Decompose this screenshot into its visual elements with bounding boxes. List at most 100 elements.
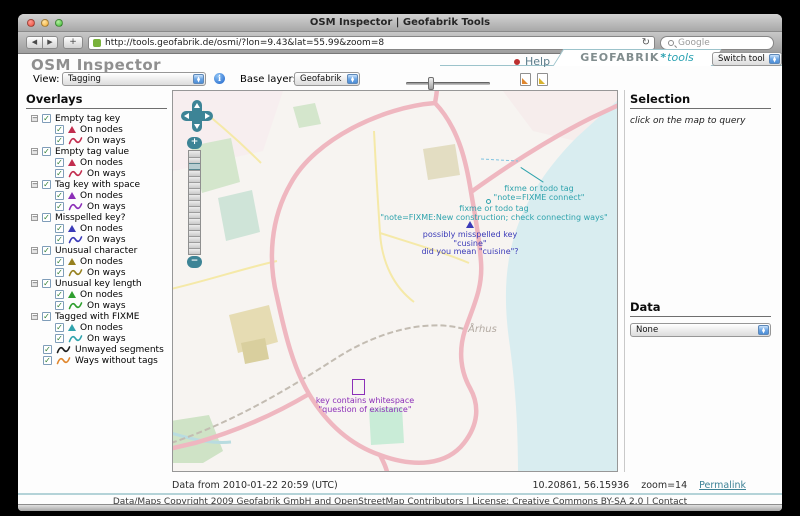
collapse-toggle[interactable]: −: [31, 181, 38, 188]
zoom-ladder[interactable]: [188, 150, 201, 255]
data-select[interactable]: None ▲▼: [630, 323, 771, 337]
collapse-toggle[interactable]: −: [31, 247, 38, 254]
checkbox[interactable]: ✓: [55, 334, 64, 343]
minimize-window-button[interactable]: [41, 19, 49, 27]
checkbox[interactable]: ✓: [42, 147, 51, 156]
checkbox[interactable]: ✓: [42, 246, 51, 255]
slider-handle[interactable]: [428, 77, 434, 90]
way-marker-icon: [68, 235, 83, 244]
overlay-ways-row: ✓On ways: [26, 201, 167, 212]
checkbox[interactable]: ✓: [55, 191, 64, 200]
checkbox[interactable]: ✓: [42, 180, 51, 189]
select-stepper-icon: ▲▼: [769, 54, 780, 64]
checkbox[interactable]: ✓: [55, 323, 64, 332]
base-layer-label: Base layer:: [240, 74, 296, 85]
window-bottom-bar: [18, 504, 782, 511]
checkbox[interactable]: ✓: [42, 312, 51, 321]
view-select[interactable]: Tagging ▲▼: [62, 72, 206, 86]
node-marker-icon: [68, 258, 76, 265]
page-highlight-icon[interactable]: [537, 73, 548, 86]
collapse-toggle[interactable]: −: [31, 313, 38, 320]
checkbox[interactable]: ✓: [43, 356, 52, 365]
checkbox[interactable]: ✓: [55, 257, 64, 266]
overlay-label: On ways: [87, 136, 126, 146]
pan-right-icon[interactable]: [205, 113, 210, 119]
close-window-button[interactable]: [27, 19, 35, 27]
pan-down-icon[interactable]: [194, 124, 200, 129]
address-bar[interactable]: http://tools.geofabrik.de/osmi/?lon=9.43…: [88, 36, 655, 50]
node-marker-icon: [68, 126, 76, 133]
overlay-label: On ways: [87, 169, 126, 179]
node-marker-icon: [68, 192, 76, 199]
checkbox[interactable]: ✓: [55, 158, 64, 167]
overlay-label: On nodes: [80, 323, 123, 333]
new-tab-button[interactable]: +: [63, 36, 83, 49]
zoom-out-button[interactable]: −: [187, 256, 202, 268]
overlay-ways-row: ✓On ways: [26, 300, 167, 311]
overlay-label: On nodes: [80, 125, 123, 135]
map-zoom-control: + −: [187, 137, 202, 268]
page-edit-icon[interactable]: [520, 73, 531, 86]
checkbox[interactable]: ✓: [55, 235, 64, 244]
overlays-panel: Overlays −✓Empty tag key✓On nodes✓On way…: [26, 92, 167, 366]
favicon: [93, 39, 101, 47]
overlay-label: On nodes: [80, 191, 123, 201]
overlay-nodes-row: ✓On nodes: [26, 223, 167, 234]
map-viewport[interactable]: fixme or todo tag"note=FIXME connect"fix…: [172, 90, 618, 472]
overlay-ways-row: ✓On ways: [26, 333, 167, 344]
checkbox[interactable]: ✓: [55, 301, 64, 310]
overlay-ways-row: ✓ On ways: [26, 234, 167, 245]
checkbox[interactable]: ✓: [55, 290, 64, 299]
checkbox[interactable]: ✓: [55, 224, 64, 233]
collapse-toggle[interactable]: −: [31, 115, 38, 122]
select-stepper-icon: ▲▼: [347, 74, 358, 84]
back-button[interactable]: ◀: [26, 36, 42, 49]
place-label: Århus: [468, 324, 497, 335]
reload-icon[interactable]: ↻: [642, 37, 650, 49]
zoom-window-button[interactable]: [55, 19, 63, 27]
pan-left-icon[interactable]: [184, 113, 189, 119]
checkbox[interactable]: ✓: [55, 169, 64, 178]
geofabrik-logo[interactable]: GEOFABRIK * tools: [558, 49, 716, 66]
overlays-heading: Overlays: [26, 92, 167, 109]
switch-tool-select[interactable]: Switch tool... ▲▼: [712, 52, 782, 66]
collapse-toggle[interactable]: −: [31, 280, 38, 287]
info-icon[interactable]: i: [214, 73, 225, 84]
footer-divider: [18, 493, 782, 495]
window-title: OSM Inspector | Geofabrik Tools: [18, 14, 782, 32]
checkbox[interactable]: ✓: [42, 114, 51, 123]
help-link[interactable]: Help: [514, 55, 550, 68]
zoom-level-segment[interactable]: [189, 248, 200, 254]
checkbox[interactable]: ✓: [55, 202, 64, 211]
overlay-ways-row: ✓ On ways: [26, 135, 167, 146]
window-titlebar: OSM Inspector | Geofabrik Tools: [18, 14, 782, 32]
logo-suffix: tools: [667, 51, 694, 64]
base-layer-select[interactable]: Geofabrik ▲▼: [294, 72, 360, 86]
collapse-toggle[interactable]: −: [31, 148, 38, 155]
overlay-label: Tagged with FIXME: [55, 312, 139, 322]
logo-star-icon: *: [660, 51, 666, 64]
selection-heading: Selection: [630, 92, 771, 109]
map-pan-control[interactable]: [181, 100, 213, 132]
checkbox[interactable]: ✓: [42, 213, 51, 222]
zoom-in-button[interactable]: +: [187, 137, 202, 149]
overlay-nodes-row: ✓ On nodes: [26, 322, 167, 333]
checkbox[interactable]: ✓: [43, 345, 52, 354]
search-input[interactable]: Google: [660, 36, 774, 50]
permalink-link[interactable]: Permalink: [699, 480, 746, 491]
collapse-toggle[interactable]: −: [31, 214, 38, 221]
overlay-label: On nodes: [80, 257, 123, 267]
zoom-slider-knob[interactable]: [189, 163, 200, 170]
checkbox[interactable]: ✓: [42, 279, 51, 288]
opacity-slider[interactable]: [406, 77, 490, 90]
data-heading: Data: [630, 300, 771, 317]
map-statusbar: Data from 2010-01-22 20:59 (UTC) 10.2086…: [18, 480, 782, 492]
overlay-label: On ways: [87, 235, 126, 245]
checkbox[interactable]: ✓: [55, 136, 64, 145]
pan-up-icon[interactable]: [194, 103, 200, 108]
checkbox[interactable]: ✓: [55, 268, 64, 277]
view-label: View:: [33, 74, 60, 85]
overlay-label: Empty tag value: [55, 147, 129, 157]
checkbox[interactable]: ✓: [55, 125, 64, 134]
forward-button[interactable]: ▶: [42, 36, 58, 49]
